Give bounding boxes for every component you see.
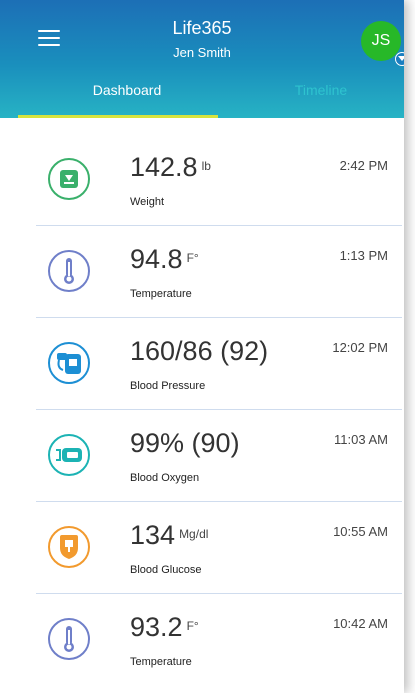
readings-list: 142.8 lb Weight 2:42 PM 94.8 F° Temperatur… — [0, 118, 404, 686]
reading-row-temperature[interactable]: 93.2 F° Temperature 10:42 AM — [36, 594, 402, 686]
reading-unit: F° — [186, 619, 199, 633]
reading-label: Blood Oxygen — [130, 472, 200, 484]
reading-time: 10:42 AM — [333, 616, 388, 631]
tab-timeline[interactable]: Timeline — [220, 82, 404, 98]
pulse-oximeter-icon — [48, 434, 90, 476]
chevron-down-icon[interactable] — [395, 52, 404, 66]
reading-label: Blood Pressure — [130, 380, 206, 392]
app-title: Life365 — [172, 18, 232, 38]
reading-time: 10:55 AM — [333, 524, 388, 539]
reading-time: 2:42 PM — [339, 158, 388, 173]
scale-icon — [48, 158, 90, 200]
reading-time: 11:03 AM — [334, 432, 388, 447]
reading-time: 1:13 PM — [339, 248, 388, 263]
reading-row-blood-glucose[interactable]: 134 Mg/dl Blood Glucose 10:55 AM — [36, 502, 402, 594]
reading-time: 12:02 PM — [332, 340, 388, 355]
glucose-meter-icon — [48, 526, 90, 568]
thermometer-icon — [48, 250, 90, 292]
reading-row-weight[interactable]: 142.8 lb Weight 2:42 PM — [36, 134, 402, 226]
thermometer-icon — [48, 618, 90, 660]
reading-row-blood-oxygen[interactable]: 99% (90) Blood Oxygen 11:03 AM — [36, 410, 402, 502]
reading-row-blood-pressure[interactable]: 160/86 (92) Blood Pressure 12:02 PM — [36, 318, 402, 410]
reading-label: Blood Glucose — [130, 564, 202, 576]
reading-value: 99% (90) — [130, 428, 240, 458]
user-name: Jen Smith — [173, 45, 231, 60]
reading-value: 94.8 — [130, 244, 183, 274]
tab-dashboard[interactable]: Dashboard — [26, 82, 228, 98]
reading-unit: Mg/dl — [179, 527, 209, 541]
reading-value: 134 — [130, 520, 176, 550]
reading-label: Temperature — [130, 656, 192, 668]
phone-screen: Life365 Jen Smith JS Dashboard Timeline … — [0, 0, 404, 693]
blood-pressure-monitor-icon — [48, 342, 90, 384]
reading-unit: lb — [201, 159, 211, 173]
reading-value: 160/86 (92) — [130, 336, 269, 366]
reading-label: Temperature — [130, 288, 192, 300]
reading-value: 142.8 — [130, 152, 198, 182]
app-header: Life365 Jen Smith JS Dashboard Timeline — [0, 0, 404, 118]
reading-unit: F° — [186, 251, 199, 265]
reading-value: 93.2 — [130, 612, 183, 642]
reading-label: Weight — [130, 196, 165, 208]
reading-row-temperature[interactable]: 94.8 F° Temperature 1:13 PM — [36, 226, 402, 318]
